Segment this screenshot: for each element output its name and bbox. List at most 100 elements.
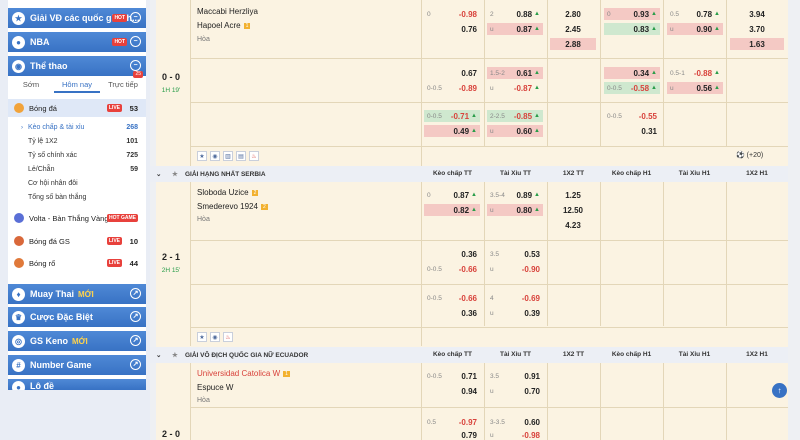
odds-cell[interactable]: 0.36 [424,307,480,319]
sidebar-item-number-game[interactable]: # Number Game ↗ [8,355,146,375]
scrollbar-track[interactable] [788,0,800,440]
odds-cell[interactable]: 0.67 [424,67,480,79]
tab-live[interactable]: Trực tiếp 25 [100,71,146,93]
minus-icon[interactable]: − [130,12,141,23]
external-link-icon[interactable]: ↗ [130,359,141,370]
odds-cell[interactable]: u 0.87 ▲ [487,23,543,35]
odds-cell[interactable]: 4 -0.69 [487,292,543,304]
sidebar-item-special-bets[interactable]: ♛ Cược Đặc Biệt ↗ [8,307,146,327]
odds-cell[interactable]: 4.23 [550,219,596,231]
fire-icon[interactable]: ♨ [223,332,233,342]
odds-cell[interactable]: u 0.60 ▲ [487,125,543,137]
home-team[interactable]: Maccabi Herzliya [197,7,258,16]
odds-cell[interactable]: 0.36 [424,248,480,260]
odds-cell[interactable]: u 0.39 [487,307,543,319]
odds-cell[interactable]: 2-2.5 -0.85 ▲ [487,110,543,122]
odds-cell[interactable]: 3-3.5 0.60 [487,416,543,428]
chevron-down-icon[interactable]: ⌄ [156,170,161,178]
sidebar-item-muay-thai[interactable]: ♦ Muay Thai MỚI ↗ [8,284,146,304]
odds-cell[interactable]: 0 -0.98 [424,8,480,20]
odds-cell[interactable]: u 0.70 [487,385,543,397]
external-link-icon[interactable]: ↗ [130,335,141,346]
league-header[interactable]: ⌄ ★ GIẢI VÔ ĐỊCH QUỐC GIA NỮ ECUADOR Kèo… [150,347,788,363]
odds-cell[interactable]: 0.83 ▲ [604,23,660,35]
away-team[interactable]: Hapoel Acre 1 [197,21,251,30]
odds-cell[interactable]: 0.76 [424,23,480,35]
odds-cell[interactable]: 3.5 0.53 [487,248,543,260]
odds-cell[interactable]: 3.70 [730,23,784,35]
tab-today[interactable]: Hôm nay [54,77,100,93]
chart-icon[interactable]: ▤ [236,151,246,161]
sidebar-sub-1x2[interactable]: Tỷ lệ 1X2 101 [8,135,146,148]
odds-cell[interactable]: 2.88 [550,38,596,50]
scroll-top-button[interactable]: ↑ [772,383,787,398]
odds-cell[interactable]: 12.50 [550,204,596,216]
eye-icon[interactable]: ◉ [210,332,220,342]
odds-cell[interactable]: 0 0.93 ▲ [604,8,660,20]
sidebar-sub-odd-even[interactable]: Lẻ/Chẵn 59 [8,163,146,176]
star-icon[interactable]: ★ [197,151,207,161]
minus-icon[interactable]: − [130,36,141,47]
sidebar-item-gs-keno[interactable]: ◎ GS Keno MỚI ↗ [8,331,146,351]
odds-cell[interactable]: u 0.80 ▲ [487,204,543,216]
odds-cell[interactable]: 0-0.5 -0.71 ▲ [424,110,480,122]
odds-cell[interactable]: 0.82 ▲ [424,204,480,216]
odds-cell[interactable]: 0.79 [424,430,480,440]
sidebar-item-sports[interactable]: ◉ Thể thao − [8,56,146,76]
sidebar-item-basketball[interactable]: Bóng rổ LIVE 44 [8,254,146,272]
home-team[interactable]: Sloboda Uzice 2 [197,188,259,197]
odds-cell[interactable]: 0.49 ▲ [424,125,480,137]
more-markets[interactable]: ⚽ (+20) [736,151,763,159]
stats-icon[interactable]: ▥ [223,151,233,161]
sidebar-sub-double-chance[interactable]: Cơ hội nhân đôi [8,177,146,190]
sidebar-sub-correct-score[interactable]: Tỷ số chính xác 725 [8,149,146,162]
odds-cell[interactable]: 3.94 [730,8,784,20]
away-team[interactable]: Smederevo 1924 2 [197,202,268,211]
sidebar-sub-handicap[interactable]: › Kèo chấp & tài xỉu 268 [8,121,146,134]
odds-cell[interactable]: 2.80 [550,8,596,20]
sidebar-item-volta[interactable]: Volta - Bàn Thắng Vàng HOT GAME [8,209,146,227]
away-team[interactable]: Espuce W [197,383,233,392]
tab-early[interactable]: Sớm [8,77,54,93]
external-link-icon[interactable]: ↗ [130,311,141,322]
odds-cell[interactable]: 0-0.5 -0.55 [604,110,660,122]
sidebar-item-football[interactable]: Bóng đá LIVE 53 [8,99,146,117]
home-team[interactable]: Universidad Catolica W1 [197,369,290,378]
odds-cell[interactable]: 0.5-1 -0.88 ▲ [667,67,723,79]
odds-cell[interactable]: 1.63 [730,38,784,50]
odds-cell[interactable]: 0-0.5 -0.66 [424,292,480,304]
odds-cell[interactable]: u -0.87 ▲ [487,82,543,94]
sidebar-item-nba[interactable]: ● NBA HOT − [8,32,146,52]
external-link-icon[interactable]: ↗ [130,288,141,299]
sidebar-item-gs-football[interactable]: Bóng đá GS LIVE 10 [8,232,146,250]
odds-cell[interactable]: 1.5-2 0.61 ▲ [487,67,543,79]
odds-cell[interactable]: 0-0.5 -0.89 [424,82,480,94]
odds-cell[interactable]: 2 0.88 ▲ [487,8,543,20]
odds-cell[interactable]: 0.5 -0.97 [424,416,480,428]
eye-icon[interactable]: ◉ [210,151,220,161]
sidebar-item-lotto[interactable]: ● Lô đề [8,379,146,390]
chevron-down-icon[interactable]: ⌄ [156,351,161,359]
star-icon[interactable]: ★ [172,170,178,178]
odds-cell[interactable]: 0.34 ▲ [604,67,660,79]
odds-cell[interactable]: 0.31 [604,125,660,137]
odds-cell[interactable]: 0-0.5 -0.58 ▲ [604,82,660,94]
fire-icon[interactable]: ♨ [249,151,259,161]
star-icon[interactable]: ★ [197,332,207,342]
odds-cell[interactable]: u -0.98 [487,430,543,440]
odds-cell[interactable]: u -0.90 [487,263,543,275]
odds-cell[interactable]: 2.45 [550,23,596,35]
league-header[interactable]: ⌄ ★ GIẢI HẠNG NHẤT SERBIA Kèo chấp TT Tà… [150,166,788,182]
odds-cell[interactable]: 3.5-4 0.89 ▲ [487,189,543,201]
odds-cell[interactable]: 1.25 [550,189,596,201]
star-icon[interactable]: ★ [172,351,178,359]
odds-cell[interactable]: u 0.56 ▲ [667,82,723,94]
odds-cell[interactable]: 0.94 [424,385,480,397]
sidebar-sub-total-goals[interactable]: Tổng số bàn thắng [8,191,146,204]
minus-icon[interactable]: − [130,60,141,71]
sidebar-item-top-league[interactable]: ★ Giải VĐ các quốc gia ch... HOT − [8,8,146,28]
odds-cell[interactable]: 0-0.5 0.71 [424,370,480,382]
odds-cell[interactable]: 0.5 0.78 ▲ [667,8,723,20]
odds-cell[interactable]: u 0.90 ▲ [667,23,723,35]
odds-cell[interactable]: 3.5 0.91 [487,370,543,382]
